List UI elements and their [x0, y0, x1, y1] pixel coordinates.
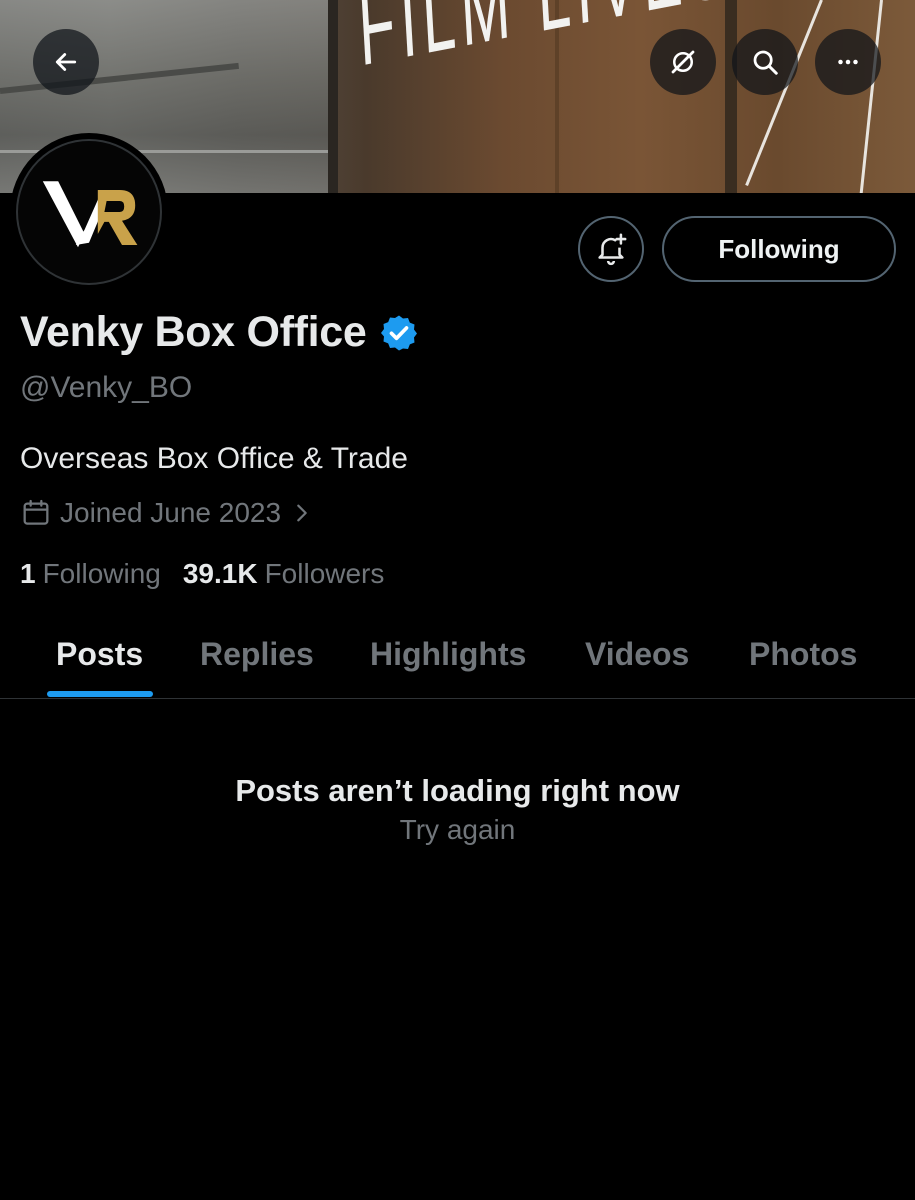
banner-line: [859, 0, 883, 193]
arrow-left-icon: [55, 53, 77, 71]
followers-count: 39.1K: [182, 558, 258, 589]
following-stat[interactable]: 1 Following: [20, 558, 161, 590]
followers-label: Followers: [264, 558, 385, 589]
tab-posts[interactable]: Posts: [56, 636, 143, 673]
notifications-button[interactable]: [578, 216, 644, 282]
try-again-button[interactable]: Try again: [0, 814, 915, 846]
profile-bio: Overseas Box Office & Trade: [20, 442, 408, 475]
following-label: Following: [42, 558, 161, 589]
followers-stat[interactable]: 39.1K Followers: [183, 558, 385, 590]
bell-plus-icon: [598, 233, 627, 266]
search-icon: [753, 50, 778, 75]
avatar-image: [16, 139, 162, 285]
grok-button[interactable]: [650, 29, 716, 95]
more-horizontal-icon: [838, 59, 858, 65]
profile-name-row: Venky Box Office: [20, 308, 419, 357]
following-button[interactable]: Following: [662, 216, 896, 282]
tab-videos[interactable]: Videos: [585, 636, 689, 673]
verified-badge-icon[interactable]: [379, 313, 419, 353]
joined-label: Joined June 2023: [60, 497, 282, 528]
grok-icon: [671, 50, 695, 74]
banner-door-frame: [725, 0, 737, 193]
search-button[interactable]: [732, 29, 798, 95]
following-count: 1: [20, 558, 36, 589]
profile-stats: 1 Following 39.1K Followers: [20, 558, 406, 590]
profile-tabs: Posts Replies Highlights Videos Photos: [0, 620, 915, 699]
back-button[interactable]: [33, 29, 99, 95]
calendar-icon: [23, 499, 49, 525]
joined-date[interactable]: Joined June 2023: [20, 497, 313, 529]
banner-door-frame: [328, 0, 338, 193]
chevron-right-icon: [297, 504, 307, 522]
tab-replies[interactable]: Replies: [200, 636, 314, 673]
more-button[interactable]: [815, 29, 881, 95]
active-tab-indicator: [47, 691, 153, 697]
vr-logo-icon: [42, 181, 138, 248]
tab-highlights[interactable]: Highlights: [370, 636, 526, 673]
profile-name: Venky Box Office: [20, 308, 367, 356]
feed-error-title: Posts aren’t loading right now: [235, 773, 680, 808]
profile-handle: @Venky_BO: [20, 371, 193, 404]
tab-photos[interactable]: Photos: [749, 636, 857, 673]
avatar[interactable]: [10, 133, 168, 291]
